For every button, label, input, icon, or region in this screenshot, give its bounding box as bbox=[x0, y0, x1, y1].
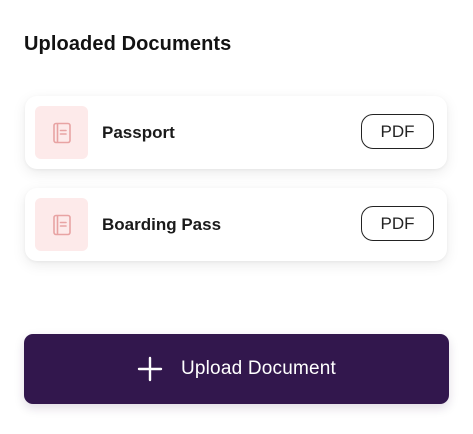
upload-button-label: Upload Document bbox=[180, 358, 337, 379]
section-title: Uploaded Documents bbox=[24, 33, 232, 55]
plus-icon bbox=[137, 356, 163, 382]
document-card-passport[interactable]: Passport PDF bbox=[25, 96, 447, 169]
upload-document-button[interactable]: Upload Document bbox=[24, 334, 449, 404]
document-icon bbox=[35, 198, 88, 251]
document-name: Passport bbox=[102, 123, 175, 142]
document-name: Boarding Pass bbox=[102, 215, 222, 234]
file-type-badge[interactable]: PDF bbox=[361, 206, 434, 241]
document-icon bbox=[35, 106, 88, 159]
document-card-boarding-pass[interactable]: Boarding Pass PDF bbox=[25, 188, 447, 261]
file-type-badge[interactable]: PDF bbox=[361, 114, 434, 149]
uploaded-documents-panel: Uploaded Documents Passport PDF Boarding… bbox=[0, 0, 473, 434]
